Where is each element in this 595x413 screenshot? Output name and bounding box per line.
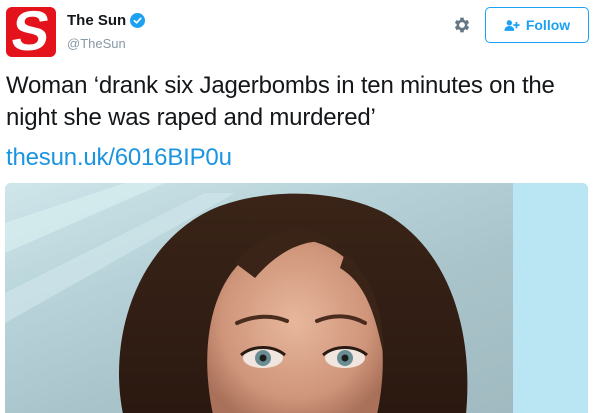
user-handle[interactable]: @TheSun <box>67 36 126 51</box>
follow-button[interactable]: Follow <box>485 7 589 43</box>
avatar[interactable]: S <box>6 7 56 57</box>
photo-right-strip <box>513 183 588 413</box>
gear-icon[interactable] <box>452 15 472 35</box>
follow-button-label: Follow <box>525 17 571 33</box>
tweet-photo[interactable] <box>5 183 588 413</box>
portrait-photo <box>5 183 468 413</box>
tweet-link[interactable]: thesun.uk/6016BIP0u <box>6 142 232 174</box>
tweet-text: Woman ‘drank six Jagerbombs in ten minut… <box>6 72 555 131</box>
avatar-letter: S <box>7 7 55 57</box>
tweet-card: S The Sun @TheSun Follow Woman ‘drank si… <box>0 0 595 413</box>
follow-user-icon <box>504 19 520 31</box>
display-name[interactable]: The Sun <box>67 12 126 29</box>
name-row: The Sun <box>67 12 146 29</box>
verified-badge-icon <box>130 13 146 28</box>
